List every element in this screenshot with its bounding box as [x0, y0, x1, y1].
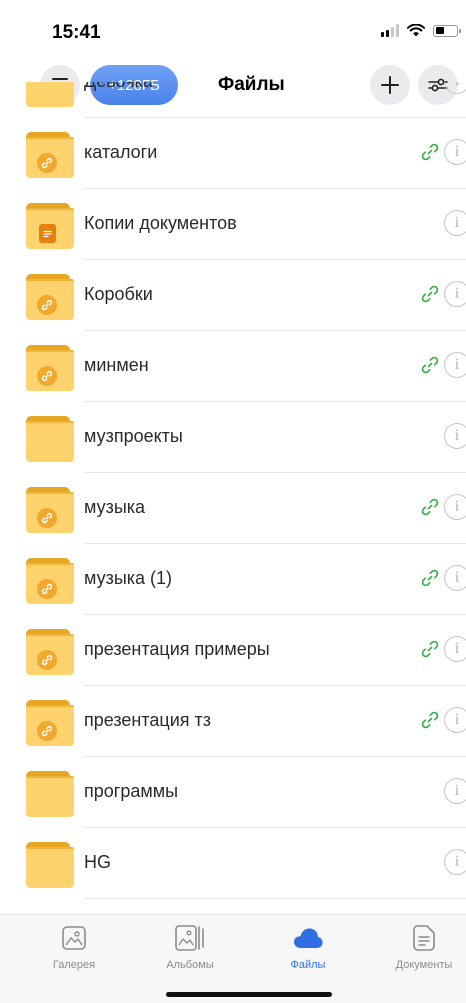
list-item[interactable]: HG i	[0, 828, 466, 899]
info-button[interactable]: i	[444, 281, 466, 307]
shared-folder-icon	[26, 700, 74, 746]
list-item[interactable]: Копии документов i	[0, 189, 466, 260]
folder-icon	[26, 842, 74, 888]
gallery-icon	[62, 926, 86, 950]
info-button[interactable]: i	[444, 494, 466, 520]
shared-link-icon	[420, 142, 440, 162]
file-list[interactable]: ДевочкаiкаталогиiКопии документовiКоробк…	[0, 82, 466, 914]
file-name: презентация тз	[84, 710, 212, 730]
file-name: HG	[84, 852, 111, 872]
cloud-icon	[294, 928, 323, 948]
cellular-signal-icon	[381, 24, 399, 37]
file-name: Коробки	[84, 284, 153, 304]
shared-folder-icon	[26, 558, 74, 604]
status-icons	[381, 24, 461, 37]
list-item[interactable]: Девочка i	[0, 82, 466, 118]
folder-icon	[26, 82, 74, 107]
tab-gallery-label: Галерея	[52, 959, 96, 971]
shared-folder-icon	[26, 132, 74, 178]
file-name: презентация примеры	[84, 639, 270, 659]
tab-files-label: Файлы	[290, 959, 326, 971]
list-item[interactable]: Коробки i	[0, 260, 466, 331]
file-name: музыка (1)	[84, 568, 173, 588]
row-divider	[84, 898, 466, 899]
file-name: музыка	[84, 497, 146, 517]
folder-icon	[26, 771, 74, 817]
home-indicator[interactable]	[166, 992, 332, 997]
info-button[interactable]: i	[444, 778, 466, 804]
shared-link-icon	[420, 284, 440, 304]
documents-folder-icon	[26, 203, 74, 249]
list-item[interactable]: музыка i	[0, 473, 466, 544]
file-name: минмен	[84, 355, 149, 375]
shared-folder-icon	[26, 274, 74, 320]
tab-bar: Галерея Альбомы Файлы Документы	[0, 914, 466, 1003]
info-button[interactable]: i	[444, 139, 466, 165]
tab-albums-label: Альбомы	[166, 959, 214, 971]
list-item[interactable]: программы i	[0, 757, 466, 828]
document-icon	[413, 925, 435, 951]
shared-link-icon	[420, 568, 440, 588]
albums-icon	[175, 925, 204, 951]
file-name: музпроекты	[84, 426, 183, 446]
shared-folder-icon	[26, 345, 74, 391]
battery-icon	[433, 24, 461, 37]
tab-gallery[interactable]: Галерея	[24, 923, 124, 971]
list-item[interactable]: музпроекты i	[0, 402, 466, 473]
list-item[interactable]: минмен i	[0, 331, 466, 402]
file-name: программы	[84, 781, 179, 801]
list-item[interactable]: презентация примеры i	[0, 615, 466, 686]
file-name: Девочка	[84, 82, 153, 92]
status-time: 15:41	[52, 22, 101, 43]
info-button[interactable]: i	[444, 210, 466, 236]
folder-icon	[26, 416, 74, 462]
list-item[interactable]: музыка (1) i	[0, 544, 466, 615]
info-button[interactable]: i	[444, 423, 466, 449]
file-name: Копии документов	[84, 213, 237, 233]
shared-link-icon	[420, 355, 440, 375]
info-button[interactable]: i	[444, 636, 466, 662]
info-button[interactable]: i	[444, 707, 466, 733]
shared-link-icon	[420, 710, 440, 730]
status-bar: 15:41	[0, 0, 466, 60]
info-button[interactable]: i	[444, 352, 466, 378]
list-item[interactable]: презентация тз i	[0, 686, 466, 757]
tab-albums[interactable]: Альбомы	[140, 923, 240, 971]
tab-documents[interactable]: Документы	[374, 923, 466, 971]
tab-files[interactable]: Файлы	[258, 923, 358, 971]
shared-link-icon	[420, 497, 440, 517]
info-button[interactable]: i	[444, 565, 466, 591]
shared-folder-icon	[26, 487, 74, 533]
battery-level	[435, 27, 444, 34]
list-item[interactable]: каталоги i	[0, 118, 466, 189]
file-name: каталоги	[84, 142, 158, 162]
info-button[interactable]: i	[444, 82, 466, 94]
shared-folder-icon	[26, 629, 74, 675]
info-button[interactable]: i	[444, 849, 466, 875]
shared-link-icon	[420, 639, 440, 659]
tab-documents-label: Документы	[395, 959, 453, 971]
wifi-icon	[407, 24, 425, 37]
